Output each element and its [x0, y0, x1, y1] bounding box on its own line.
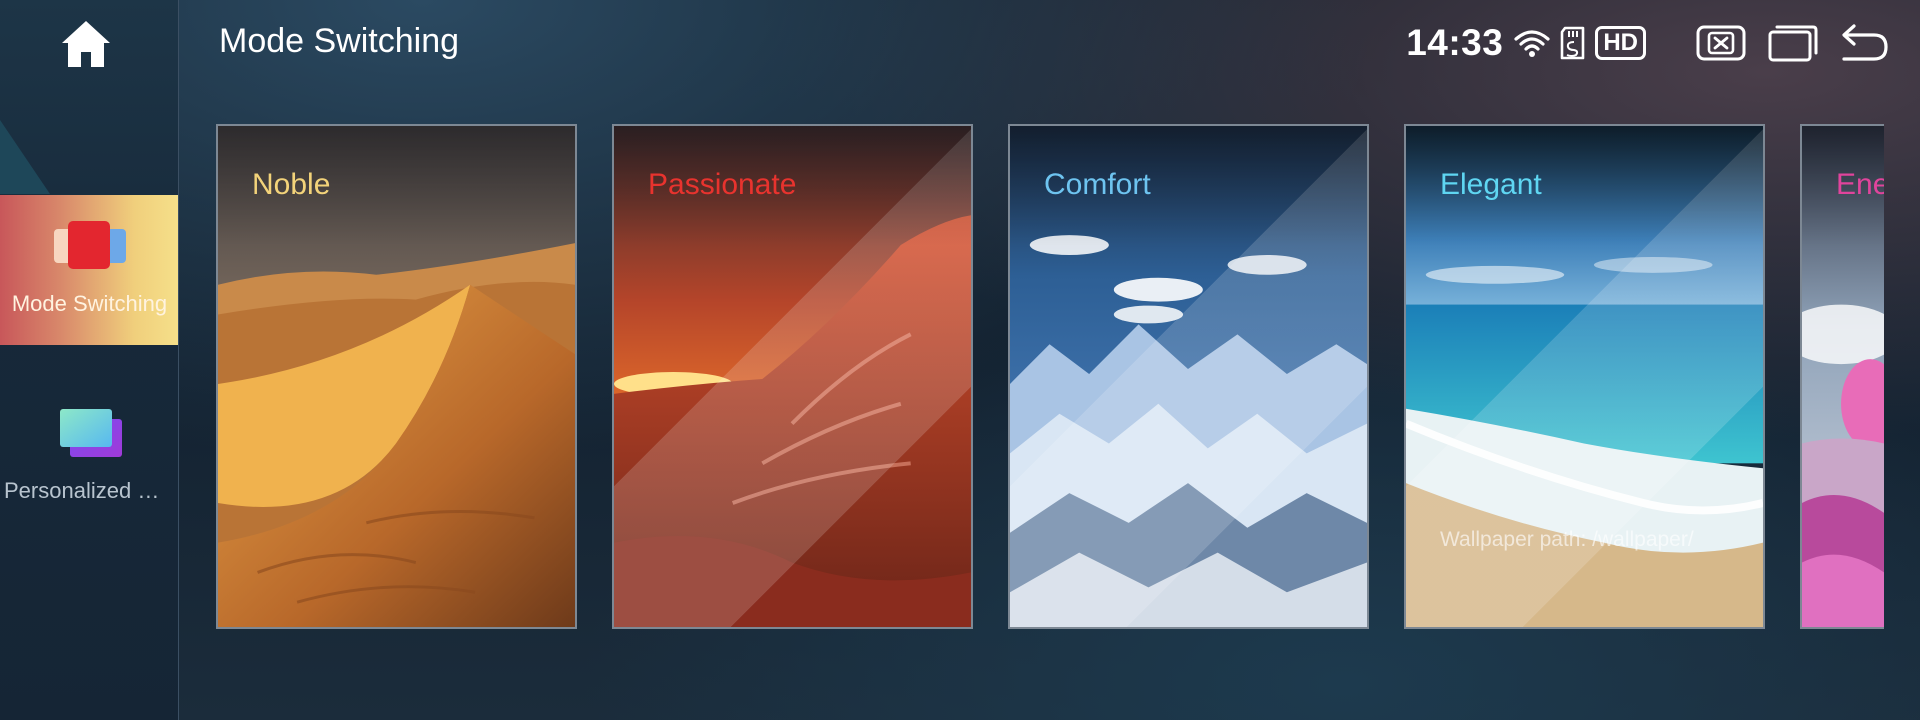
wallpaper-icon	[59, 409, 122, 457]
sidebar-item-personalized-wallpaper[interactable]: Personalized wallpaper	[0, 385, 178, 535]
mode-label: Elegant	[1440, 168, 1542, 201]
mode-label: Passionate	[648, 168, 797, 201]
mode-card-comfort[interactable]: Comfort	[1008, 124, 1369, 629]
sidebar-item-mode-switching[interactable]: Mode Switching	[0, 195, 178, 345]
sidebar: Mode Switching Personalized wallpaper	[0, 0, 179, 720]
mode-card-elegant[interactable]: Elegant Wallpaper path: /wallpaper/	[1404, 124, 1765, 629]
close-box-icon	[1696, 25, 1746, 61]
back-icon	[1842, 24, 1888, 61]
close-screen-button[interactable]	[1696, 25, 1746, 61]
mode-card-passionate[interactable]: Passionate	[612, 124, 973, 629]
hd-badge: HD	[1595, 26, 1646, 60]
mode-label: Noble	[252, 168, 331, 201]
window-icon	[1768, 25, 1818, 62]
wifi-icon	[1513, 28, 1551, 58]
status-bar: 14:33 HD	[1406, 18, 1890, 68]
back-button[interactable]	[1840, 23, 1890, 63]
mode-card-noble[interactable]: Noble	[216, 124, 577, 629]
mode-label: Energetic	[1836, 168, 1884, 201]
home-icon	[62, 21, 110, 67]
mode-card-energetic[interactable]: Energetic	[1800, 124, 1884, 629]
sd-card-icon	[1559, 26, 1587, 60]
mode-label: Comfort	[1044, 168, 1151, 201]
clock: 14:33	[1406, 22, 1504, 63]
page-title: Mode Switching	[219, 22, 460, 60]
wallpaper-path-text: Wallpaper path: /wallpaper/	[1440, 528, 1694, 551]
sidebar-decoration	[0, 120, 50, 194]
window-button[interactable]	[1768, 24, 1818, 62]
home-button[interactable]	[58, 16, 114, 72]
mode-switching-icon	[53, 221, 126, 269]
sidebar-item-label: Mode Switching	[11, 291, 168, 316]
sidebar-item-label: Personalized wallpaper	[4, 478, 178, 503]
